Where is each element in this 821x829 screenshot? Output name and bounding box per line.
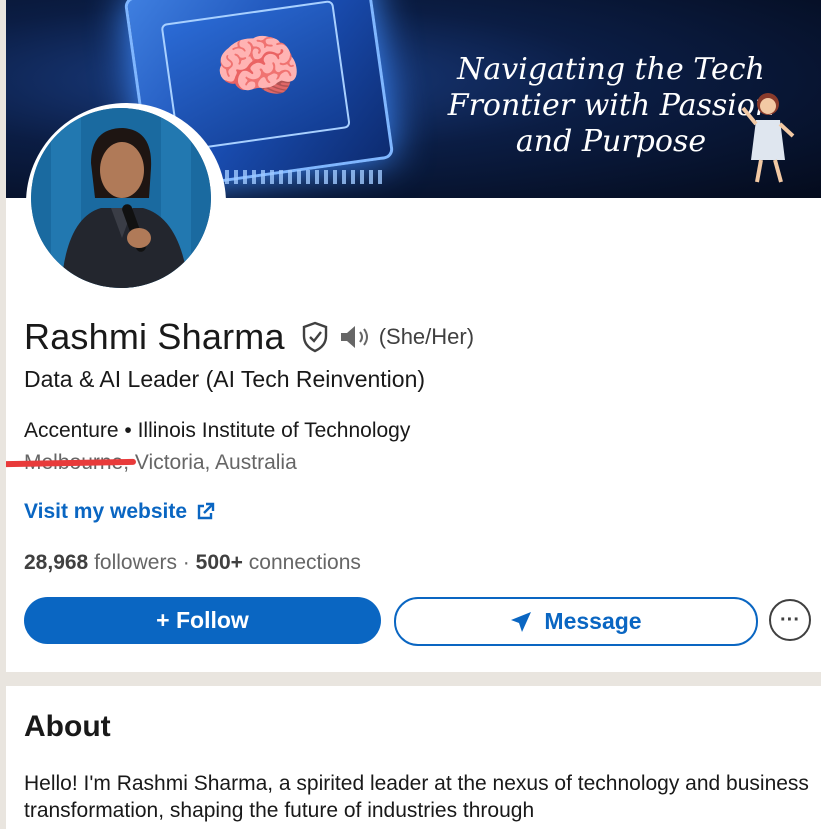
- about-title: About: [24, 710, 111, 743]
- followers-count: 28,968: [24, 551, 89, 574]
- more-button-label: ···: [780, 608, 800, 631]
- profile-name: Rashmi Sharma: [24, 316, 285, 357]
- message-button-label: Message: [544, 608, 642, 634]
- profile-headline: Data & AI Leader (AI Tech Reinvention): [24, 366, 426, 392]
- banner-chip-pins: [216, 170, 386, 184]
- profile-card: 🧠 Navigating the Tech Frontier with Pass…: [6, 0, 821, 672]
- name-row: Rashmi Sharma (She/Her): [24, 316, 474, 358]
- followers-label: followers: [94, 551, 177, 574]
- connections-label: connections: [248, 551, 361, 574]
- speaker-icon[interactable]: [339, 324, 373, 350]
- verified-shield-icon[interactable]: [301, 321, 329, 353]
- send-icon: [511, 611, 532, 632]
- follow-button[interactable]: + Follow: [24, 597, 381, 644]
- website-link-label: Visit my website: [24, 500, 188, 523]
- avatar-frame[interactable]: [26, 103, 226, 303]
- brain-icon: 🧠: [209, 21, 308, 115]
- profile-photo: [31, 108, 211, 288]
- website-link[interactable]: Visit my website: [24, 500, 215, 524]
- follower-stats[interactable]: 28,968 followers · 500+ connections: [24, 551, 361, 575]
- avatar[interactable]: [31, 108, 211, 288]
- pronouns: (She/Her): [378, 324, 475, 349]
- more-icon[interactable]: ···: [769, 599, 811, 641]
- profile-organizations[interactable]: Accenture • Illinois Institute of Techno…: [24, 419, 410, 443]
- external-link-icon: [197, 502, 215, 520]
- about-section: About Hello! I'm Rashmi Sharma, a spirit…: [6, 686, 821, 829]
- message-button[interactable]: Message: [394, 597, 758, 646]
- follow-button-label: + Follow: [156, 607, 249, 633]
- about-text: Hello! I'm Rashmi Sharma, a spirited lea…: [24, 772, 809, 822]
- stats-separator: ·: [182, 551, 190, 574]
- connections-count: 500+: [195, 551, 243, 574]
- cartoon-figure-icon: [741, 93, 795, 183]
